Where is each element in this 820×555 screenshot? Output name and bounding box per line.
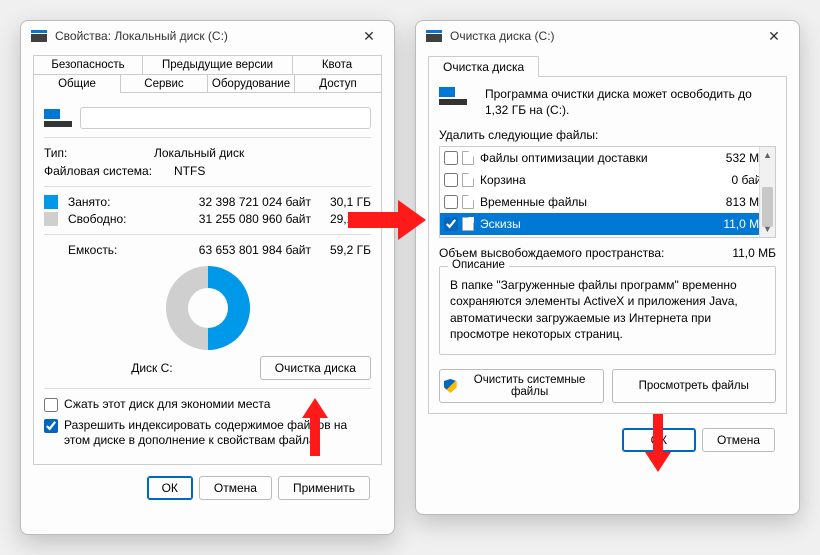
shield-icon bbox=[444, 379, 457, 393]
file-list-row[interactable]: Временные файлы813 МБ bbox=[440, 191, 775, 213]
index-checkbox[interactable] bbox=[44, 419, 58, 433]
file-checkbox[interactable] bbox=[444, 195, 458, 209]
view-files-button[interactable]: Просмотреть файлы bbox=[612, 369, 777, 403]
used-gb: 30,1 ГБ bbox=[323, 195, 371, 209]
drive-icon bbox=[439, 87, 475, 118]
ok-button[interactable]: ОК bbox=[622, 428, 696, 452]
compress-checkbox[interactable] bbox=[44, 398, 58, 412]
file-list-row[interactable]: Корзина0 байт bbox=[440, 169, 775, 191]
free-bytes: 31 255 080 960 байт bbox=[144, 212, 323, 226]
type-label: Тип: bbox=[44, 146, 154, 160]
tab-general[interactable]: Общие bbox=[33, 74, 121, 93]
free-gb: 29,1 ГБ bbox=[323, 212, 371, 226]
free-label: Свободно: bbox=[68, 212, 144, 226]
file-icon bbox=[462, 151, 474, 165]
used-bytes: 32 398 721 024 байт bbox=[144, 195, 323, 209]
file-checkbox[interactable] bbox=[444, 217, 458, 231]
disk-icon bbox=[44, 109, 80, 127]
file-name: Временные файлы bbox=[480, 195, 711, 209]
titlebar[interactable]: Очистка диска (C:) ✕ bbox=[416, 21, 799, 51]
properties-window: Свойства: Локальный диск (C:) ✕ Безопасн… bbox=[20, 20, 395, 535]
info-text: Программа очистки диска может освободить… bbox=[485, 87, 776, 118]
fs-value: NTFS bbox=[174, 164, 371, 178]
tab-panel: Программа очистки диска может освободить… bbox=[428, 76, 787, 414]
drive-icon bbox=[426, 30, 442, 42]
total-label: Объем высвобождаемого пространства: bbox=[439, 246, 732, 260]
used-label: Занято: bbox=[68, 195, 144, 209]
used-swatch bbox=[44, 195, 58, 209]
tab-hardware[interactable]: Оборудование bbox=[208, 74, 295, 93]
file-list-row[interactable]: Файлы оптимизации доставки532 МБ bbox=[440, 147, 775, 169]
clean-system-files-button[interactable]: Очистить системные файлы bbox=[439, 369, 604, 403]
compress-label: Сжать этот диск для экономии места bbox=[64, 397, 371, 412]
disk-cleanup-button[interactable]: Очистка диска bbox=[260, 356, 371, 380]
tab-sharing[interactable]: Доступ bbox=[295, 74, 382, 93]
scroll-down-icon[interactable]: ▼ bbox=[760, 221, 775, 237]
file-icon bbox=[462, 173, 474, 187]
file-list[interactable]: Файлы оптимизации доставки532 МБКорзина0… bbox=[439, 146, 776, 238]
tab-content: Тип:Локальный диск Файловая система:NTFS… bbox=[33, 92, 382, 465]
cancel-button[interactable]: Отмена bbox=[199, 476, 272, 500]
cap-gb: 59,2 ГБ bbox=[323, 243, 371, 257]
tab-quota[interactable]: Квота bbox=[293, 55, 382, 74]
file-checkbox[interactable] bbox=[444, 151, 458, 165]
tab-security[interactable]: Безопасность bbox=[33, 55, 143, 74]
apply-button[interactable]: Применить bbox=[278, 476, 370, 500]
close-icon[interactable]: ✕ bbox=[354, 28, 384, 45]
scroll-up-icon[interactable]: ▲ bbox=[760, 147, 775, 163]
tab-previous-versions[interactable]: Предыдущие версии bbox=[143, 55, 293, 74]
file-checkbox[interactable] bbox=[444, 173, 458, 187]
tabs-row-top: Безопасность Предыдущие версии Квота bbox=[33, 55, 382, 74]
clean-system-files-label: Очистить системные файлы bbox=[461, 374, 599, 398]
fs-label: Файловая система: bbox=[44, 164, 174, 178]
drive-icon bbox=[31, 30, 47, 42]
cancel-button[interactable]: Отмена bbox=[702, 428, 775, 452]
tab-cleanup[interactable]: Очистка диска bbox=[428, 56, 539, 77]
file-icon bbox=[462, 195, 474, 209]
ok-button[interactable]: ОК bbox=[147, 476, 193, 500]
tab-tools[interactable]: Сервис bbox=[121, 74, 208, 93]
description-legend: Описание bbox=[448, 259, 509, 271]
cleanup-window: Очистка диска (C:) ✕ Очистка диска Прогр… bbox=[415, 20, 800, 515]
titlebar[interactable]: Свойства: Локальный диск (C:) ✕ bbox=[21, 21, 394, 51]
close-icon[interactable]: ✕ bbox=[759, 28, 789, 45]
file-name: Эскизы bbox=[480, 217, 711, 231]
file-list-row[interactable]: Эскизы11,0 МБ bbox=[440, 213, 775, 235]
window-title: Очистка диска (C:) bbox=[450, 29, 759, 43]
free-swatch bbox=[44, 212, 58, 226]
file-name: Файлы оптимизации доставки bbox=[480, 151, 711, 165]
index-checkbox-row[interactable]: Разрешить индексировать содержимое файло… bbox=[44, 418, 371, 448]
disk-label: Диск C: bbox=[44, 361, 260, 375]
scrollbar[interactable]: ▲ ▼ bbox=[759, 147, 775, 237]
cap-label: Емкость: bbox=[68, 243, 144, 257]
cap-bytes: 63 653 801 984 байт bbox=[144, 243, 323, 257]
description-text: В папке "Загруженные файлы программ" вре… bbox=[450, 277, 765, 342]
description-group: Описание В папке "Загруженные файлы прог… bbox=[439, 266, 776, 355]
total-value: 11,0 МБ bbox=[732, 246, 776, 260]
index-label: Разрешить индексировать содержимое файло… bbox=[64, 418, 371, 448]
type-value: Локальный диск bbox=[154, 146, 371, 160]
file-icon bbox=[462, 217, 474, 231]
tabs-row-bottom: Общие Сервис Оборудование Доступ bbox=[33, 74, 382, 93]
compress-checkbox-row[interactable]: Сжать этот диск для экономии места bbox=[44, 397, 371, 412]
delete-files-label: Удалить следующие файлы: bbox=[439, 128, 776, 142]
window-title: Свойства: Локальный диск (C:) bbox=[55, 29, 354, 43]
disk-name-input[interactable] bbox=[80, 107, 371, 129]
file-name: Корзина bbox=[480, 173, 711, 187]
usage-donut-chart bbox=[166, 266, 250, 350]
